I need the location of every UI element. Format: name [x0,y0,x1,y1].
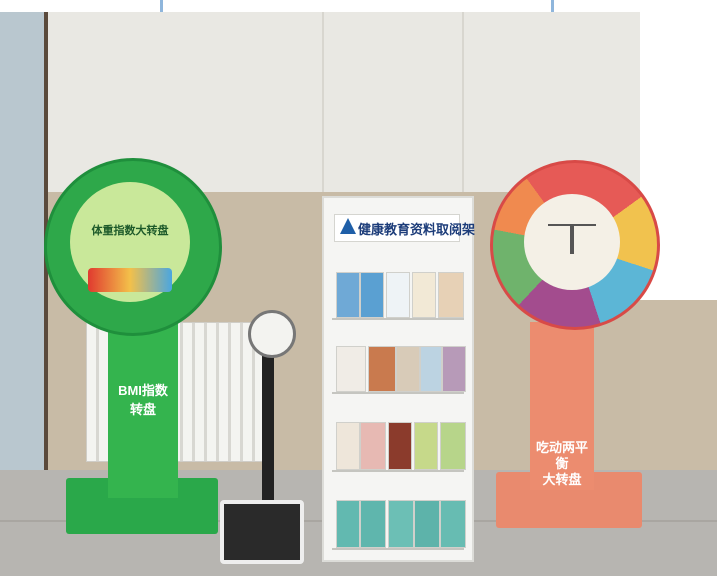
rack-shelf [332,548,464,550]
diet-post-label: 吃动两平衡 大转盘 [530,440,594,488]
scale-dial [248,310,296,358]
brochure[interactable] [388,500,414,548]
brochure[interactable] [360,422,386,470]
brochure[interactable] [336,272,360,318]
brochure[interactable] [414,500,440,548]
brochure[interactable] [438,272,464,318]
brochure[interactable] [386,272,410,318]
brochure[interactable] [388,422,412,470]
brochure[interactable] [368,346,396,392]
diet-post-label-line1: 吃动两平衡 [535,440,588,471]
wall-seam [322,12,324,192]
photo-scene: BMI指数转盘 体重指数大转盘 健康教育资料取阅架 吃动两平衡 大转盘 [0,0,717,576]
diet-post-label-line2: 大转盘 [542,472,582,487]
left-window [0,12,48,482]
rack-shelf [332,470,464,472]
rack-shelf [332,318,464,320]
rack-shelf [332,392,464,394]
brochure[interactable] [336,346,366,392]
brochure[interactable] [396,346,420,392]
wall-seam [462,12,464,192]
brochure[interactable] [440,500,466,548]
bmi-post-label: BMI指数转盘 [118,383,168,417]
bmi-color-scale [88,268,172,292]
bmi-disc-title: 体重指数大转盘 [91,225,169,237]
balance-pillar-icon [570,224,574,254]
brochure[interactable] [412,272,436,318]
rack-title: 健康教育资料取阅架 [358,222,476,237]
brochure[interactable] [360,500,386,548]
brochure[interactable] [414,422,438,470]
scale-platform [220,500,304,564]
brochure[interactable] [420,346,442,392]
brochure[interactable] [440,422,466,470]
right-wall-panel [640,300,717,475]
brochure[interactable] [360,272,384,318]
brochure[interactable] [442,346,466,392]
brochure[interactable] [336,500,360,548]
brochure[interactable] [336,422,360,470]
